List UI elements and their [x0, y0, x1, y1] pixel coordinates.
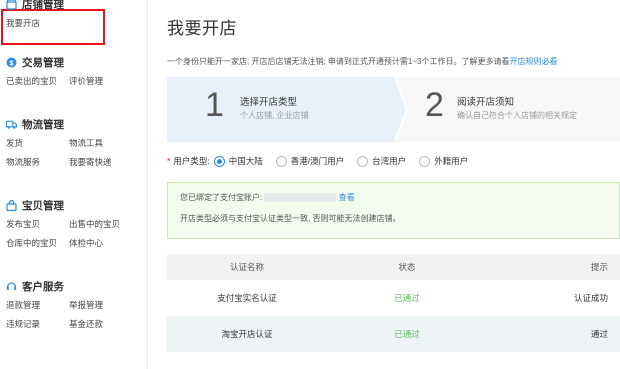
user-type-selector: * 用户类型: 中国大陆 香港/澳门用户 台湾用户 外籍用户	[167, 155, 481, 167]
table-header: 认证名称 状态 提示	[167, 254, 620, 280]
sidebar: 店铺管理 我要开店 $ 交易管理 已卖出的宝贝 评价管理 物流管理 发货 物流工…	[0, 0, 148, 369]
radio-unchecked-icon	[419, 155, 431, 167]
header-cert-name: 认证名称	[229, 262, 264, 272]
open-shop-notice: 一个身份只能开一家店; 开店后店铺无法注销; 申请到正式开通预计需1~3个工作日…	[167, 56, 557, 67]
step-2-number: 2	[425, 86, 444, 124]
header-status: 状态	[398, 262, 416, 272]
table-row: 淘宝开店认证 已通过 通过	[167, 316, 620, 352]
sidebar-item-send-express[interactable]: 我要寄快递	[69, 156, 132, 168]
radio-taiwan[interactable]: 台湾用户	[357, 155, 406, 167]
section-title-shop[interactable]: 店铺管理	[0, 0, 148, 13]
section-title-text: 店铺管理	[22, 0, 64, 11]
sidebar-item-logistics-tools[interactable]: 物流工具	[69, 137, 132, 149]
alipay-bound-line: 您已绑定了支付宝账户: 查看	[180, 192, 607, 203]
step-1-number: 1	[205, 86, 224, 124]
step-1-subtitle: 个人店铺, 企业店铺	[240, 111, 309, 120]
sidebar-item-on-sale[interactable]: 出售中的宝贝	[69, 218, 132, 230]
truck-icon	[6, 119, 17, 130]
progress-steps: 1 选择开店类型 个人店铺, 企业店铺 2 阅读开店须知 确认自己符合个人店铺的…	[167, 77, 620, 142]
store-icon	[6, 0, 17, 10]
sidebar-section-goods: 宝贝管理 发布宝贝 出售中的宝贝 仓库中的宝贝 体检中心	[0, 196, 148, 252]
sidebar-item-report-manage[interactable]: 举报管理	[69, 299, 132, 311]
section-title-text: 客户服务	[22, 280, 64, 293]
sidebar-item-logistics-service[interactable]: 物流服务	[6, 156, 69, 168]
radio-unchecked-icon	[357, 155, 369, 167]
required-mark: *	[167, 156, 171, 166]
cert-hint: 认证成功	[573, 293, 608, 303]
cert-name: 支付宝实名认证	[217, 293, 277, 303]
radio-label: 外籍用户	[434, 156, 469, 166]
sidebar-section-logistics: 物流管理 发货 物流工具 物流服务 我要寄快递	[0, 115, 148, 171]
main-content: 我要开店 一个身份只能开一家店; 开店后店铺无法注销; 申请到正式开通预计需1~…	[165, 0, 620, 369]
sidebar-item-review-manage[interactable]: 评价管理	[69, 75, 132, 87]
radio-label: 中国大陆	[228, 156, 263, 166]
radio-label: 香港/澳门用户	[290, 156, 345, 166]
view-alipay-link[interactable]: 查看	[339, 193, 355, 202]
alipay-bound-text: 您已绑定了支付宝账户:	[180, 193, 263, 202]
sidebar-item-refund-manage[interactable]: 退款管理	[6, 299, 69, 311]
shop-rules-link[interactable]: 开店规则必看	[509, 57, 557, 66]
sidebar-item-violation-record[interactable]: 违规记录	[6, 318, 69, 330]
cert-status: 已通过	[394, 329, 420, 339]
sidebar-section-service: 客户服务 退款管理 举报管理 违规记录 基金还款	[0, 277, 148, 333]
sidebar-item-sold-items[interactable]: 已卖出的宝贝	[6, 75, 69, 87]
bag-icon	[6, 199, 17, 211]
sidebar-item-ship[interactable]: 发货	[6, 137, 69, 149]
radio-mainland[interactable]: 中国大陆	[213, 155, 263, 167]
cert-hint: 通过	[590, 329, 608, 339]
alipay-bound-panel: 您已绑定了支付宝账户: 查看 开店类型必须与支付宝认证类型一致, 否则可能无法创…	[167, 182, 620, 239]
step-2-title: 阅读开店须知	[457, 97, 515, 108]
cert-name: 淘宝开店认证	[221, 329, 273, 339]
radio-label: 台湾用户	[372, 156, 407, 166]
notice-text: 一个身份只能开一家店; 开店后店铺无法注销; 申请到正式开通预计需1~3个工作日…	[167, 57, 510, 66]
radio-checked-icon	[213, 155, 225, 167]
radio-unchecked-icon	[275, 155, 287, 167]
section-title-text: 宝贝管理	[22, 199, 64, 212]
sidebar-item-publish-item[interactable]: 发布宝贝	[6, 218, 69, 230]
alipay-warning-text: 开店类型必须与支付宝认证类型一致, 否则可能无法创建店铺。	[180, 214, 401, 223]
section-title-trade[interactable]: $ 交易管理	[0, 53, 148, 71]
section-title-service[interactable]: 客户服务	[0, 277, 148, 295]
section-title-goods[interactable]: 宝贝管理	[0, 196, 148, 214]
section-title-logistics[interactable]: 物流管理	[0, 115, 148, 133]
table-row: 支付宝实名认证 已通过 认证成功	[167, 280, 620, 316]
cert-status: 已通过	[394, 293, 420, 303]
step-arrow-icon	[395, 77, 409, 142]
sidebar-item-fund-repay[interactable]: 基金还款	[69, 318, 132, 330]
customer-service-icon	[6, 281, 17, 292]
section-title-text: 交易管理	[22, 56, 64, 69]
sidebar-item-open-shop[interactable]: 我要开店	[6, 17, 69, 29]
sidebar-section-trade: $ 交易管理 已卖出的宝贝 评价管理	[0, 53, 148, 90]
page-title: 我要开店	[167, 19, 237, 38]
sidebar-item-in-warehouse[interactable]: 仓库中的宝贝	[6, 237, 69, 249]
user-type-label: 用户类型:	[173, 156, 210, 166]
step-2-subtitle: 确认自己符合个人店铺的相关规定	[457, 111, 577, 120]
step-1-title: 选择开店类型	[240, 97, 298, 108]
masked-account	[264, 193, 337, 203]
sidebar-section-shop: 店铺管理 我要开店	[0, 0, 148, 32]
sidebar-item-check-center[interactable]: 体检中心	[69, 237, 132, 249]
header-hint: 提示	[590, 262, 608, 272]
radio-foreign[interactable]: 外籍用户	[419, 155, 468, 167]
certification-table: 认证名称 状态 提示 支付宝实名认证 已通过 认证成功 淘宝开店认证 已通过 通…	[167, 254, 620, 352]
currency-icon: $	[6, 57, 17, 68]
radio-hk-macau[interactable]: 香港/澳门用户	[275, 155, 345, 167]
section-title-text: 物流管理	[22, 118, 64, 131]
